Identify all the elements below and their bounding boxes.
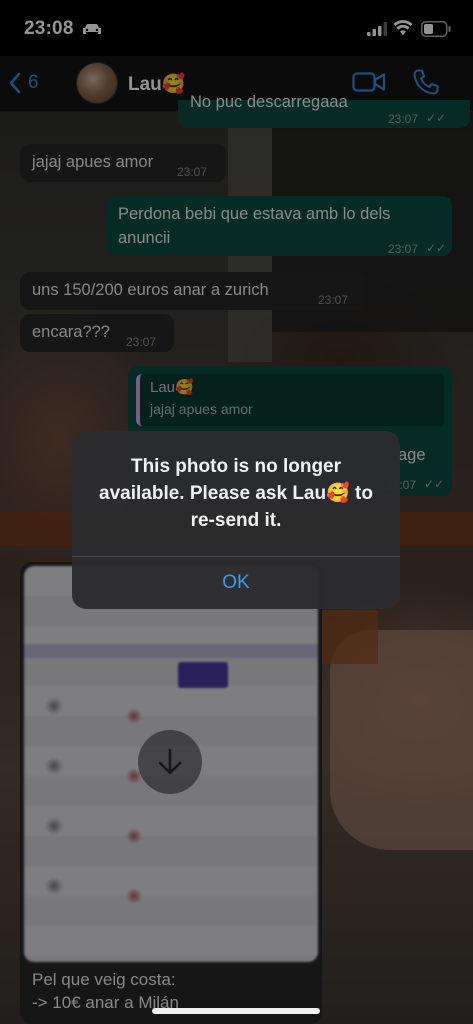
alert-message: This photo is no longer available. Pleas… <box>99 456 373 531</box>
home-indicator[interactable] <box>152 1008 320 1014</box>
ok-button[interactable]: OK <box>72 557 400 609</box>
alert-dialog: This photo is no longer available. Pleas… <box>72 431 400 609</box>
